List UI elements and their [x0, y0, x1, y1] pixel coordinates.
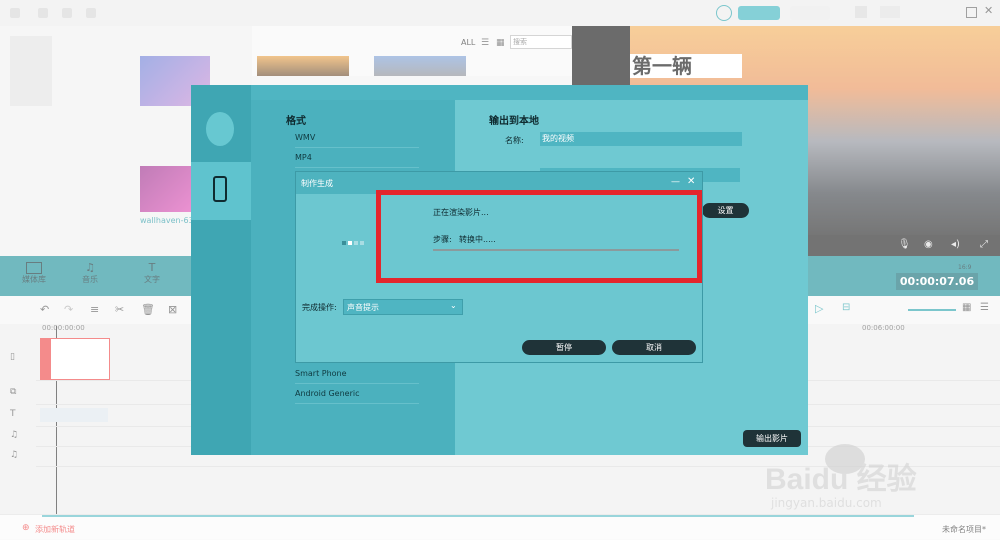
loading-dots-icon: [342, 238, 364, 248]
phone-icon: [213, 176, 227, 202]
format-item[interactable]: WMV: [295, 128, 419, 148]
complete-action-value: 声音提示: [347, 303, 379, 312]
chevron-down-icon: ⌄: [450, 301, 457, 310]
format-item[interactable]: MP4: [295, 148, 419, 168]
format-item[interactable]: Smart Phone: [295, 364, 419, 384]
local-device-icon[interactable]: [206, 112, 234, 146]
name-field[interactable]: 我的视频: [540, 132, 742, 146]
watermark: Baidu 经验 jingyan.baidu.com: [765, 444, 965, 516]
watermark-logo: Baidu 经验: [765, 463, 917, 496]
complete-action-label: 完成操作:: [302, 303, 337, 312]
local-heading: 输出到本地: [489, 116, 539, 127]
cancel-button[interactable]: 取消: [612, 340, 696, 355]
minimize-icon[interactable]: —: [671, 177, 680, 187]
watermark-url: jingyan.baidu.com: [771, 496, 882, 510]
format-heading: 格式: [286, 116, 306, 127]
device-tab[interactable]: [191, 162, 251, 220]
annotation-highlight: [376, 190, 702, 283]
name-label: 名称:: [505, 136, 524, 145]
dialog-title: 制作生成: [301, 179, 333, 188]
close-icon[interactable]: ✕: [687, 176, 695, 187]
pause-button[interactable]: 暂停: [522, 340, 606, 355]
settings-button[interactable]: 设置: [702, 203, 749, 218]
complete-action-select[interactable]: 声音提示 ⌄: [343, 299, 463, 315]
format-item[interactable]: Android Generic: [295, 384, 419, 404]
